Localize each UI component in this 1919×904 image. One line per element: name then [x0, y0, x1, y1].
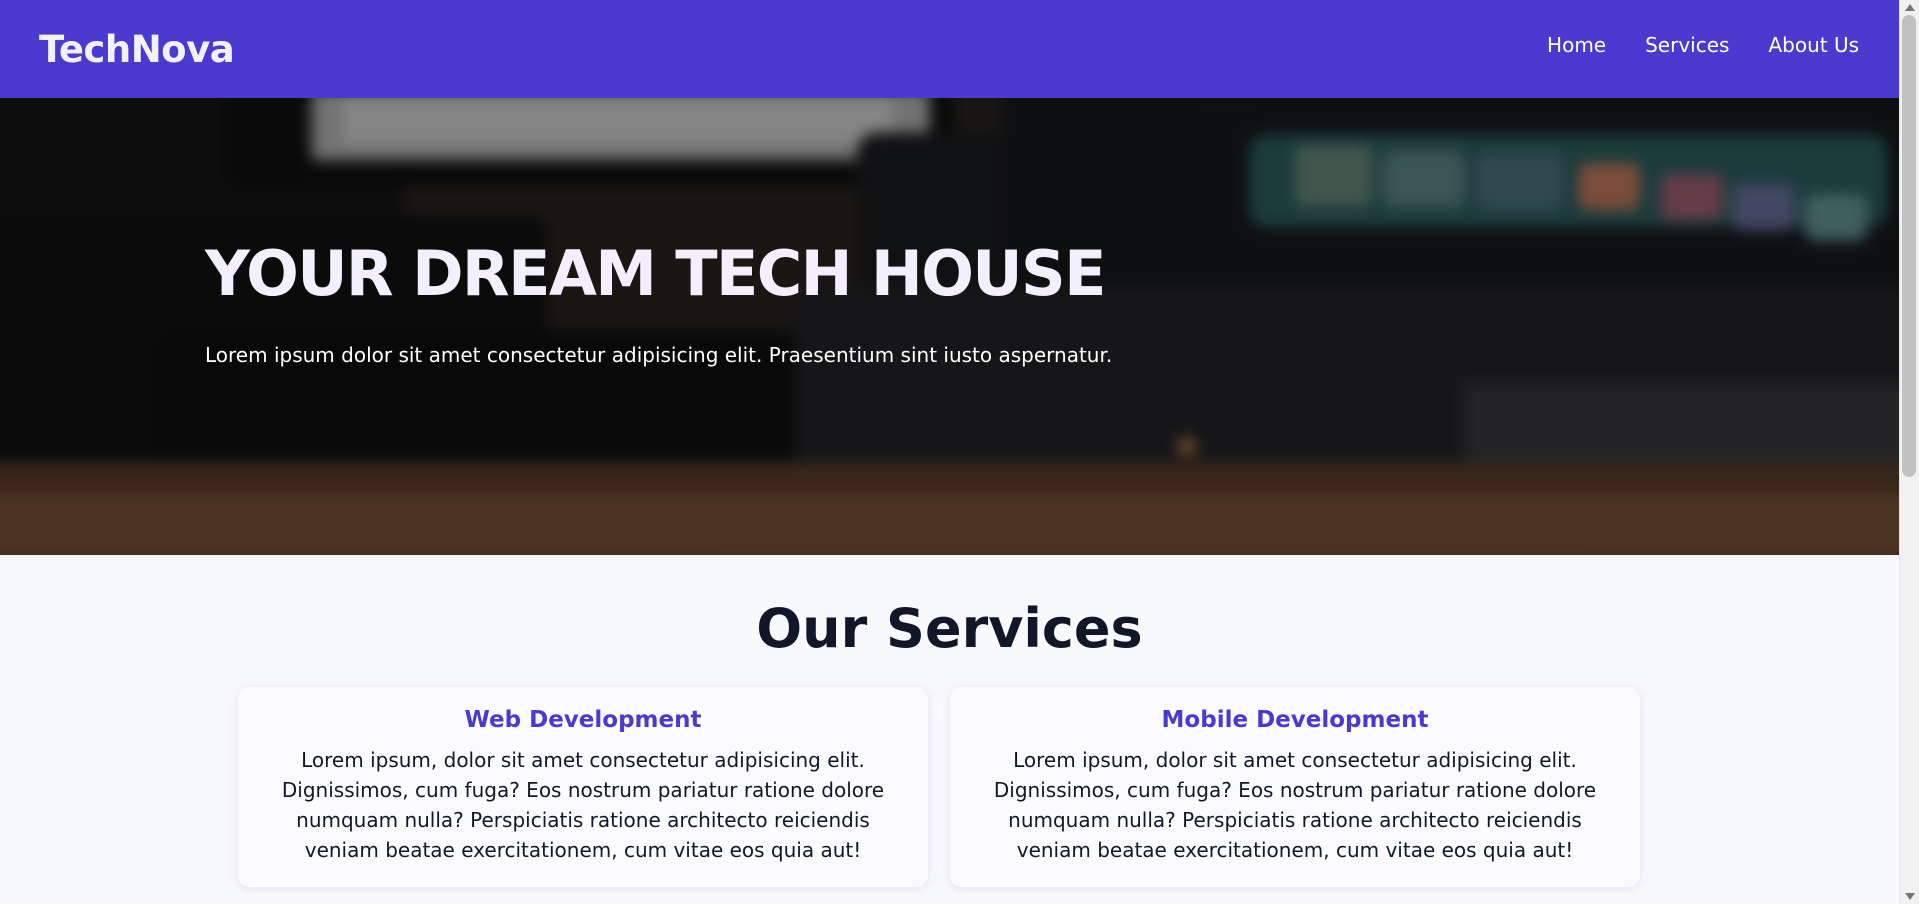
scroll-up-arrow-icon[interactable] [1905, 4, 1915, 11]
service-card-web-development: Web Development Lorem ipsum, dolor sit a… [238, 687, 928, 887]
services-section: Our Services Web Development Lorem ipsum… [0, 555, 1899, 904]
vertical-scrollbar[interactable] [1899, 0, 1919, 904]
nav-about-link[interactable]: About Us [1768, 33, 1859, 57]
scroll-down-arrow-icon[interactable] [1905, 893, 1915, 900]
hero-subtitle: Lorem ipsum dolor sit amet consectetur a… [205, 343, 1113, 367]
main-navigation: Home Services About Us [1547, 33, 1859, 57]
top-navbar: TechNova Home Services About Us [0, 0, 1899, 98]
services-heading: Our Services [756, 597, 1143, 660]
hero-section: YOUR DREAM TECH HOUSE Lorem ipsum dolor … [0, 98, 1899, 555]
hero-title: YOUR DREAM TECH HOUSE [205, 237, 1106, 310]
nav-home-link[interactable]: Home [1547, 33, 1606, 57]
service-card-title: Mobile Development [1161, 707, 1429, 733]
service-card-description: Lorem ipsum, dolor sit amet consectetur … [281, 747, 885, 862]
brand-logo[interactable]: TechNova [39, 28, 235, 71]
service-card-mobile-development: Mobile Development Lorem ipsum, dolor si… [950, 687, 1640, 887]
hero-content: YOUR DREAM TECH HOUSE Lorem ipsum dolor … [205, 243, 1112, 368]
nav-services-link[interactable]: Services [1645, 33, 1729, 57]
service-card-title: Web Development [464, 707, 702, 733]
service-card-description: Lorem ipsum, dolor sit amet consectetur … [993, 747, 1597, 862]
scroll-thumb[interactable] [1902, 15, 1916, 477]
